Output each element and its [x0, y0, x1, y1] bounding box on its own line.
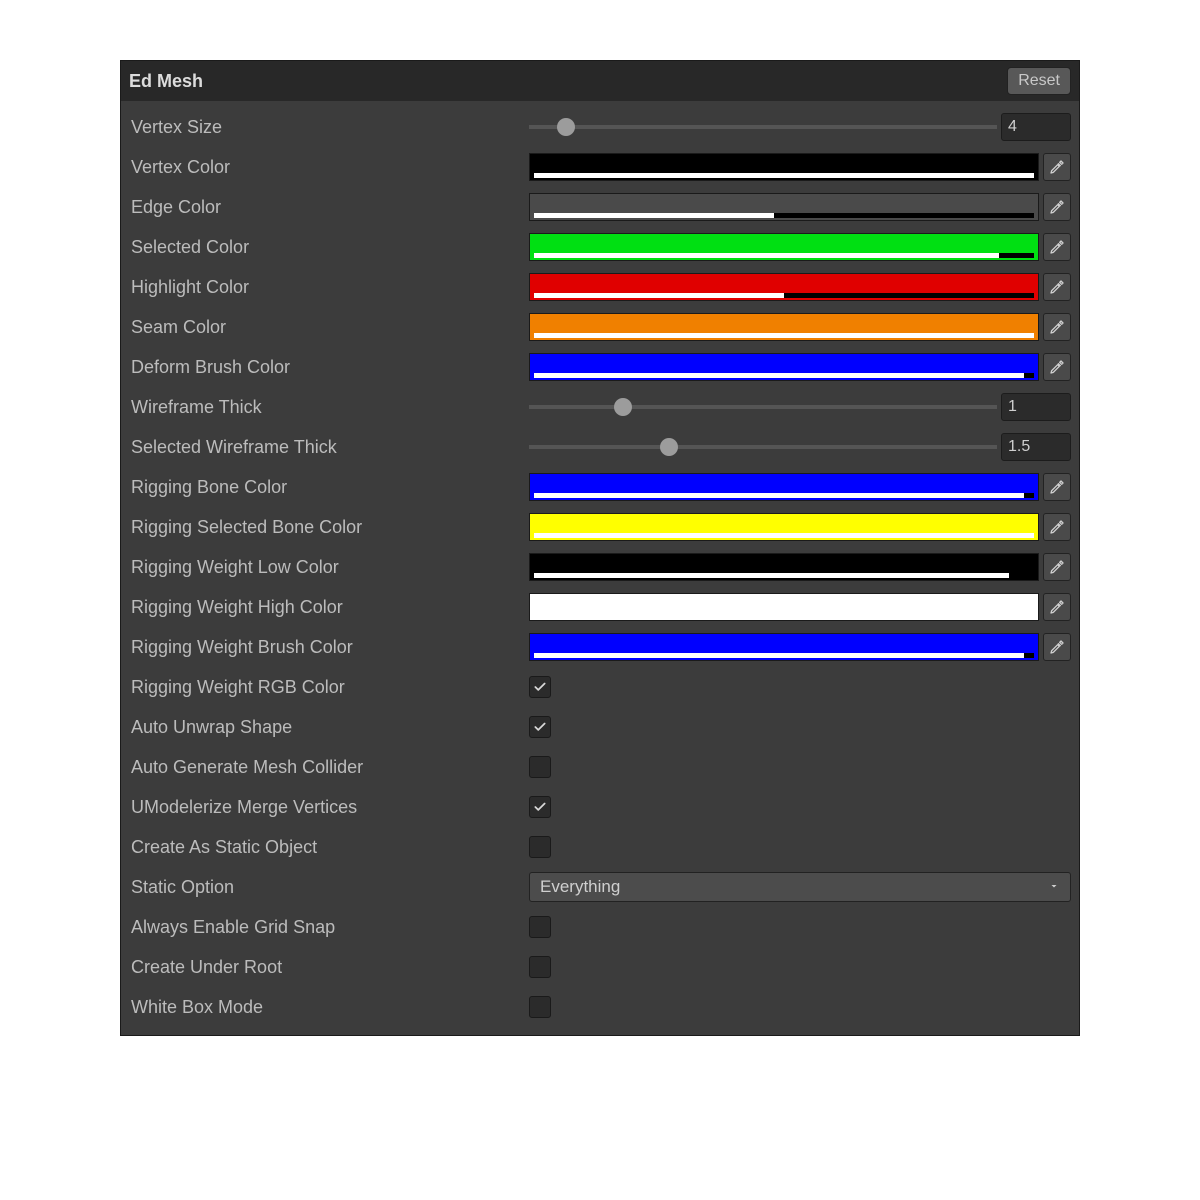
auto_unwrap_shape-checkbox[interactable]	[529, 716, 551, 738]
highlight_color-swatch[interactable]	[529, 273, 1039, 301]
auto_generate_mesh_collider-label: Auto Generate Mesh Collider	[129, 757, 529, 778]
rigging_weight_rgb-label: Rigging Weight RGB Color	[129, 677, 529, 698]
rigging_weight_rgb-checkbox[interactable]	[529, 676, 551, 698]
reset-button[interactable]: Reset	[1007, 67, 1071, 95]
edge_color-eyedropper[interactable]	[1043, 193, 1071, 221]
selected_color-eyedropper[interactable]	[1043, 233, 1071, 261]
white_box_mode-label: White Box Mode	[129, 997, 529, 1018]
static_option-dropdown[interactable]: Everything	[529, 872, 1071, 902]
highlight_color-eyedropper[interactable]	[1043, 273, 1071, 301]
edge_color-swatch[interactable]	[529, 193, 1039, 221]
rigging_weight_low_color-eyedropper[interactable]	[1043, 553, 1071, 581]
wireframe_thick-label: Wireframe Thick	[129, 397, 529, 418]
static_option-dropdown-value: Everything	[540, 877, 620, 897]
rigging_weight_low_color-label: Rigging Weight Low Color	[129, 557, 529, 578]
vertex_size-slider[interactable]	[529, 115, 997, 139]
selected_color-swatch[interactable]	[529, 233, 1039, 261]
static_option-label: Static Option	[129, 877, 529, 898]
rigging_weight_brush_color-label: Rigging Weight Brush Color	[129, 637, 529, 658]
selected_wireframe_thick-slider[interactable]	[529, 435, 997, 459]
vertex_size-label: Vertex Size	[129, 117, 529, 138]
create_as_static_object-checkbox[interactable]	[529, 836, 551, 858]
deform_brush_color-label: Deform Brush Color	[129, 357, 529, 378]
deform_brush_color-eyedropper[interactable]	[1043, 353, 1071, 381]
panel-title: Ed Mesh	[129, 71, 203, 92]
vertex_size-value[interactable]: 4	[1001, 113, 1071, 141]
vertex_color-eyedropper[interactable]	[1043, 153, 1071, 181]
auto_unwrap_shape-label: Auto Unwrap Shape	[129, 717, 529, 738]
vertex_color-swatch[interactable]	[529, 153, 1039, 181]
umodelerize_merge_vertices-checkbox[interactable]	[529, 796, 551, 818]
selected_wireframe_thick-value[interactable]: 1.5	[1001, 433, 1071, 461]
create_as_static_object-label: Create As Static Object	[129, 837, 529, 858]
umodelerize_merge_vertices-label: UModelerize Merge Vertices	[129, 797, 529, 818]
selected_color-label: Selected Color	[129, 237, 529, 258]
always_enable_grid_snap-checkbox[interactable]	[529, 916, 551, 938]
rigging_selected_bone_color-eyedropper[interactable]	[1043, 513, 1071, 541]
rigging_weight_high_color-label: Rigging Weight High Color	[129, 597, 529, 618]
vertex_color-label: Vertex Color	[129, 157, 529, 178]
create_under_root-checkbox[interactable]	[529, 956, 551, 978]
always_enable_grid_snap-label: Always Enable Grid Snap	[129, 917, 529, 938]
rigging_selected_bone_color-label: Rigging Selected Bone Color	[129, 517, 529, 538]
white_box_mode-checkbox[interactable]	[529, 996, 551, 1018]
rigging_weight_low_color-swatch[interactable]	[529, 553, 1039, 581]
create_under_root-label: Create Under Root	[129, 957, 529, 978]
seam_color-label: Seam Color	[129, 317, 529, 338]
ed-mesh-panel: Ed Mesh Reset Vertex Size 4 Vertex Color…	[120, 60, 1080, 1036]
rigging_bone_color-eyedropper[interactable]	[1043, 473, 1071, 501]
deform_brush_color-swatch[interactable]	[529, 353, 1039, 381]
seam_color-swatch[interactable]	[529, 313, 1039, 341]
highlight_color-label: Highlight Color	[129, 277, 529, 298]
rigging_weight_high_color-swatch[interactable]	[529, 593, 1039, 621]
rigging_weight_high_color-eyedropper[interactable]	[1043, 593, 1071, 621]
panel-body: Vertex Size 4 Vertex Color Edge Color	[121, 101, 1079, 1035]
rigging_weight_brush_color-eyedropper[interactable]	[1043, 633, 1071, 661]
chevron-down-icon	[1048, 877, 1060, 897]
edge_color-label: Edge Color	[129, 197, 529, 218]
rigging_bone_color-label: Rigging Bone Color	[129, 477, 529, 498]
selected_wireframe_thick-label: Selected Wireframe Thick	[129, 437, 529, 458]
rigging_weight_brush_color-swatch[interactable]	[529, 633, 1039, 661]
seam_color-eyedropper[interactable]	[1043, 313, 1071, 341]
rigging_selected_bone_color-swatch[interactable]	[529, 513, 1039, 541]
panel-header: Ed Mesh Reset	[121, 61, 1079, 101]
wireframe_thick-slider[interactable]	[529, 395, 997, 419]
wireframe_thick-value[interactable]: 1	[1001, 393, 1071, 421]
rigging_bone_color-swatch[interactable]	[529, 473, 1039, 501]
auto_generate_mesh_collider-checkbox[interactable]	[529, 756, 551, 778]
